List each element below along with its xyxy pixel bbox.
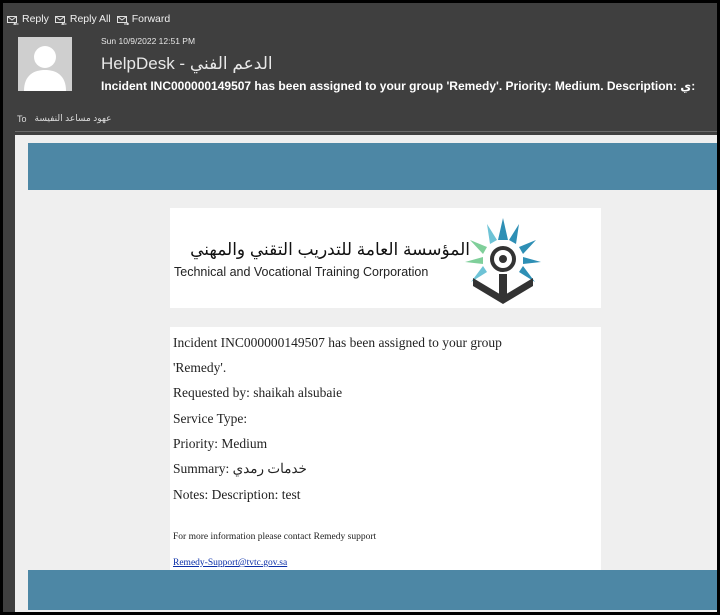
to-label: To: [17, 113, 27, 124]
reply-icon: [7, 15, 19, 25]
summary-label: Summary:: [173, 461, 230, 476]
requested-by: Requested by: shaikah alsubaie: [173, 385, 343, 400]
incident-line-2: 'Remedy'.: [173, 360, 227, 375]
email-subject: Incident INC000000149507 has been assign…: [101, 79, 696, 93]
forward-icon: [116, 15, 129, 25]
sender-avatar: [18, 37, 72, 91]
summary: Summary: خدمات رمدي: [173, 461, 307, 477]
forward-button[interactable]: Forward: [116, 13, 171, 25]
support-email-link[interactable]: Remedy-Support@tvtc.gov.sa: [173, 558, 287, 568]
message-body: المؤسسة العامة للتدريب التقني والمهني Te…: [15, 135, 717, 612]
contact-text: For more information please contact Reme…: [173, 532, 377, 542]
priority: Priority: Medium: [173, 436, 268, 451]
recipient-name[interactable]: عهود مساعد النفيسة: [35, 113, 112, 124]
reply-all-icon: [54, 15, 67, 25]
forward-label: Forward: [131, 13, 171, 25]
sender-name[interactable]: HelpDesk - الدعم الفني: [101, 54, 273, 74]
email-window: Reply Reply All Forward Sun 10/9/2022 12…: [3, 3, 717, 612]
reply-all-button[interactable]: Reply All: [54, 13, 111, 25]
person-icon: [24, 46, 66, 91]
header-divider: [15, 131, 717, 132]
org-name-arabic: المؤسسة العامة للتدريب التقني والمهني: [190, 240, 470, 259]
org-name-english: Technical and Vocational Training Corpor…: [174, 265, 429, 279]
reply-all-label: Reply All: [69, 13, 111, 25]
action-toolbar: Reply Reply All Forward: [7, 11, 176, 27]
sent-date: Sun 10/9/2022 12:51 PM: [101, 36, 196, 46]
incident-message: Incident INC000000149507 has been assign…: [170, 327, 601, 577]
notes: Notes: Description: test: [173, 487, 301, 502]
summary-value: خدمات رمدي: [232, 461, 307, 476]
recipient-row: To عهود مساعد النفيسة: [17, 113, 111, 124]
org-logo-banner: المؤسسة العامة للتدريب التقني والمهني Te…: [170, 208, 601, 308]
service-type: Service Type:: [173, 411, 248, 426]
incident-line-1: Incident INC000000149507 has been assign…: [173, 335, 502, 350]
bottom-banner-band: [28, 570, 717, 610]
top-banner-band: [28, 143, 717, 190]
tvtc-logo-icon: [465, 218, 541, 304]
reply-label: Reply: [22, 13, 49, 25]
reply-button[interactable]: Reply: [7, 13, 49, 25]
